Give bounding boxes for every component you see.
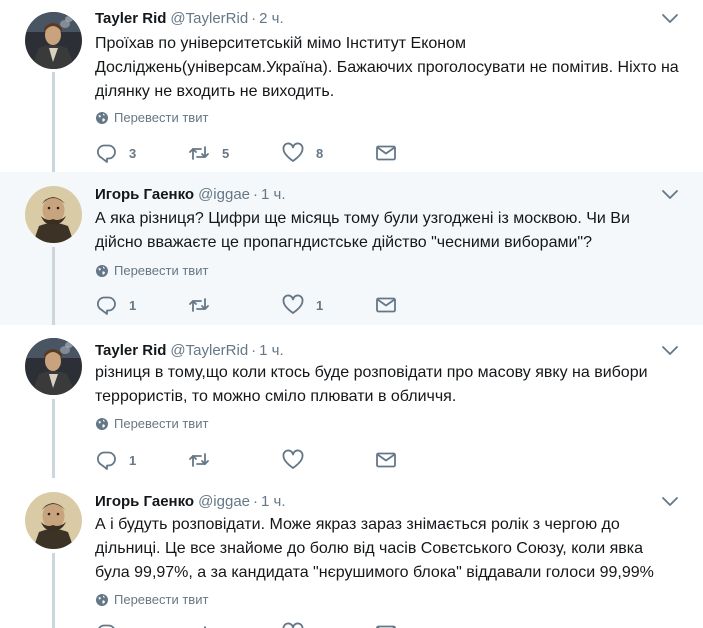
separator: · — [253, 493, 259, 510]
tweet-header: Игорь Гаенко @iggae · 1 ч. — [95, 185, 286, 205]
tweet[interactable]: Игорь Гаенко @iggae · 1 ч. А яка різниця? Ц… — [0, 172, 703, 325]
tweet-text: А яка різниця? Цифри ще місяць тому були… — [95, 210, 630, 251]
avatar[interactable] — [25, 338, 82, 395]
chevron-down-icon[interactable] — [661, 344, 679, 358]
direct-message-button[interactable] — [375, 449, 397, 471]
retweet-button[interactable] — [188, 622, 210, 628]
translate-tweet-link[interactable]: Перевести твит — [95, 591, 208, 609]
translate-tweet-link[interactable]: Перевести твит — [95, 262, 208, 280]
direct-message-button[interactable] — [375, 294, 397, 316]
reply-icon — [95, 449, 117, 471]
tweet-text: різниця в тому,що коли ктось буде розпов… — [95, 364, 648, 405]
reply-button[interactable]: 1 — [95, 294, 136, 316]
translate-label: Перевести твит — [114, 110, 209, 125]
reply-icon — [95, 622, 117, 628]
like-button[interactable]: 1 — [282, 294, 323, 316]
translate-label: Перевести твит — [114, 416, 209, 431]
retweet-icon — [188, 294, 210, 316]
tweet-time[interactable]: 2 ч. — [259, 10, 284, 27]
envelope-icon — [375, 294, 397, 316]
separator: · — [253, 186, 259, 203]
reply-button[interactable]: 3 — [95, 142, 136, 164]
globe-icon — [95, 417, 109, 431]
user-name[interactable]: Tayler Rid — [95, 342, 166, 359]
user-handle[interactable]: @iggae — [198, 493, 250, 510]
envelope-icon — [375, 142, 397, 164]
tweet-time[interactable]: 1 ч. — [259, 342, 284, 359]
reply-count: 1 — [129, 452, 137, 468]
tweet-text: Проїхав по університетській мімо Інститу… — [95, 35, 679, 100]
like-button[interactable] — [282, 449, 316, 471]
avatar[interactable] — [25, 12, 82, 69]
reply-button[interactable] — [95, 622, 117, 628]
heart-icon — [282, 449, 304, 471]
chevron-down-icon[interactable] — [661, 495, 679, 509]
reply-count: 3 — [129, 145, 137, 161]
chevron-down-icon[interactable] — [661, 12, 679, 26]
thread-line — [52, 247, 55, 325]
envelope-icon — [375, 449, 397, 471]
tweet-time[interactable]: 1 ч. — [261, 493, 286, 510]
like-button[interactable]: 8 — [282, 142, 323, 164]
tweet[interactable]: Игорь Гаенко @iggae · 1 ч. А і будуть розпо… — [0, 478, 703, 628]
direct-message-button[interactable] — [375, 622, 397, 628]
thread-line — [52, 553, 55, 628]
user-name[interactable]: Игорь Гаенко — [95, 493, 194, 510]
heart-icon — [282, 622, 304, 628]
separator: · — [251, 10, 257, 27]
reply-button[interactable]: 1 — [95, 449, 136, 471]
globe-icon — [95, 264, 109, 278]
tweet[interactable]: Tayler Rid @TaylerRid · 2 ч. Проїхав по уні… — [0, 0, 703, 172]
user-handle[interactable]: @TaylerRid — [170, 10, 248, 27]
retweet-button[interactable] — [188, 449, 222, 471]
retweet-button[interactable]: 5 — [188, 142, 229, 164]
direct-message-button[interactable] — [375, 142, 397, 164]
tweet[interactable]: Tayler Rid @TaylerRid · 1 ч. різниця в тому… — [0, 325, 703, 478]
thread-line — [52, 399, 55, 478]
tweet-header: Игорь Гаенко @iggae · 1 ч. — [95, 492, 286, 512]
avatar[interactable] — [25, 186, 82, 243]
user-handle[interactable]: @iggae — [198, 186, 250, 203]
tweet-time[interactable]: 1 ч. — [261, 186, 286, 203]
user-handle[interactable]: @TaylerRid — [170, 342, 248, 359]
translate-label: Перевести твит — [114, 592, 209, 607]
tweet-header: Tayler Rid @TaylerRid · 1 ч. — [95, 341, 284, 361]
translate-label: Перевести твит — [114, 263, 209, 278]
like-count: 1 — [316, 297, 324, 313]
chevron-down-icon[interactable] — [661, 188, 679, 202]
tweet-text: А і будуть розповідати. Може якраз зараз… — [95, 516, 654, 581]
envelope-icon — [375, 622, 397, 628]
globe-icon — [95, 593, 109, 607]
globe-icon — [95, 111, 109, 125]
retweet-icon — [188, 449, 210, 471]
retweet-icon — [188, 142, 210, 164]
separator: · — [251, 342, 257, 359]
tweet-header: Tayler Rid @TaylerRid · 2 ч. — [95, 9, 284, 29]
like-button[interactable] — [282, 622, 304, 628]
reply-icon — [95, 142, 117, 164]
avatar[interactable] — [25, 492, 82, 549]
retweet-icon — [188, 622, 210, 628]
heart-icon — [282, 142, 304, 164]
user-name[interactable]: Tayler Rid — [95, 10, 166, 27]
retweet-count: 5 — [222, 145, 230, 161]
translate-tweet-link[interactable]: Перевести твит — [95, 415, 208, 433]
reply-count: 1 — [129, 297, 137, 313]
user-name[interactable]: Игорь Гаенко — [95, 186, 194, 203]
thread-line — [52, 72, 55, 172]
like-count: 8 — [316, 145, 324, 161]
translate-tweet-link[interactable]: Перевести твит — [95, 109, 208, 127]
retweet-button[interactable] — [188, 294, 222, 316]
heart-icon — [282, 294, 304, 316]
reply-icon — [95, 294, 117, 316]
